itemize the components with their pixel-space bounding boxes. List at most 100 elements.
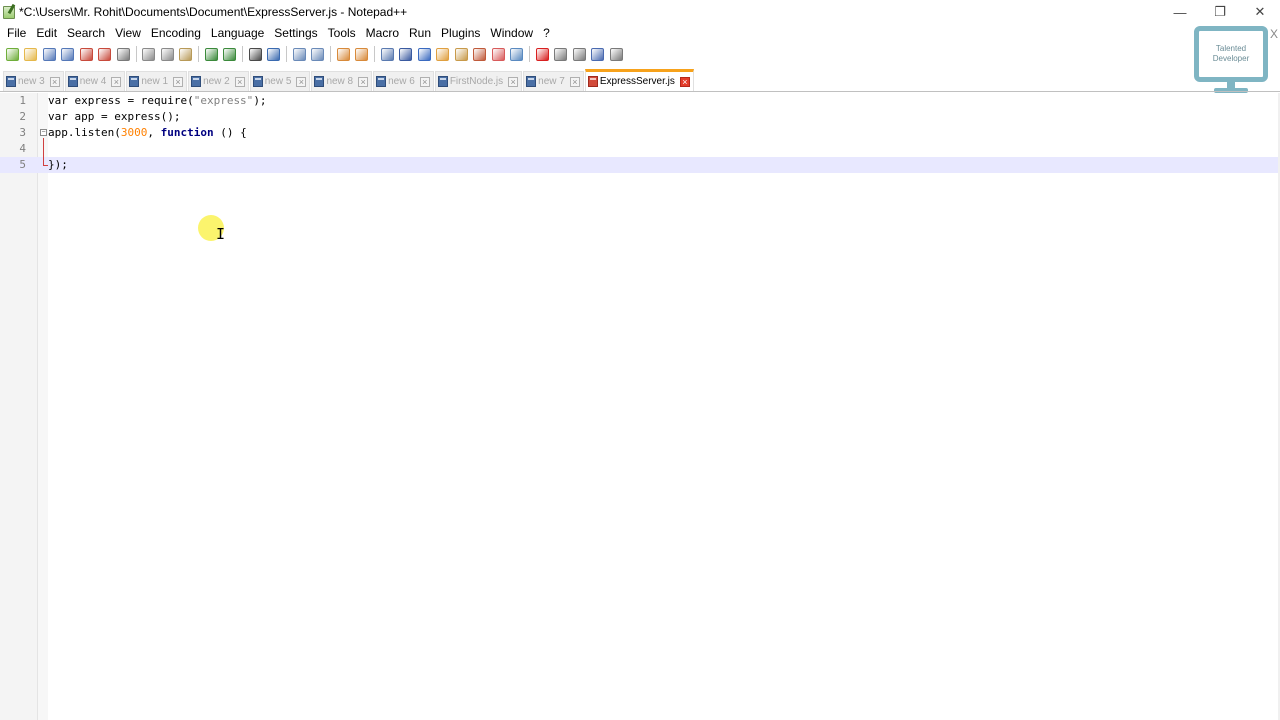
find-button[interactable] — [246, 45, 264, 63]
tab-new-8[interactable]: new 8 × — [311, 71, 373, 91]
word-wrap-icon — [380, 47, 394, 61]
close-all-button[interactable] — [96, 45, 114, 63]
save-button[interactable] — [40, 45, 58, 63]
run-macro-multiple-button[interactable] — [589, 45, 607, 63]
code-token: "express" — [193, 94, 254, 107]
sync-vertical-button[interactable] — [334, 45, 352, 63]
function-list-button[interactable] — [471, 45, 489, 63]
tab-close-icon[interactable]: × — [173, 76, 184, 87]
run-macro-multiple-icon — [591, 47, 604, 61]
menu-search[interactable]: Search — [62, 24, 110, 42]
line-number: 1 — [19, 94, 26, 107]
tab-close-icon[interactable]: × — [569, 76, 580, 87]
stop-macro-icon — [554, 47, 567, 61]
code-text: app.listen(3000, function () { — [48, 125, 247, 141]
menu-plugins[interactable]: Plugins — [436, 24, 485, 42]
tab-close-icon[interactable]: × — [679, 76, 690, 87]
code-line[interactable]: 2 var app = express(); — [0, 109, 1280, 125]
menu-file[interactable]: File — [2, 24, 31, 42]
tab-new-6[interactable]: new 6 × — [373, 71, 434, 91]
tab-new-1[interactable]: new 1 × — [126, 71, 188, 91]
sync-horizontal-button[interactable] — [353, 45, 371, 63]
tab-new-5[interactable]: new 5 × — [249, 71, 311, 91]
menu-macro[interactable]: Macro — [361, 24, 404, 42]
replace-button[interactable] — [265, 45, 283, 63]
sync-vertical-icon — [336, 47, 350, 61]
tab-label: ExpressServer.js — [599, 76, 675, 87]
window-title: *C:\Users\Mr. Rohit\Documents\Document\E… — [19, 5, 408, 19]
toolbar-close-button[interactable]: X — [1270, 27, 1278, 41]
tab-close-icon[interactable]: × — [234, 76, 245, 87]
toolbar-separator — [242, 46, 243, 62]
cut-button[interactable] — [140, 45, 158, 63]
menu-window[interactable]: Window — [485, 24, 538, 42]
code-token: 3000 — [120, 126, 148, 139]
open-file-button[interactable] — [22, 45, 40, 63]
monitoring-button[interactable] — [508, 45, 526, 63]
menu-tools[interactable]: Tools — [323, 24, 361, 42]
toolbar-separator — [529, 46, 530, 62]
copy-button[interactable] — [158, 45, 176, 63]
zoom-in-button[interactable] — [290, 45, 308, 63]
code-token: app.listen( — [48, 126, 121, 139]
toolbar-separator — [330, 46, 331, 62]
tab-close-icon[interactable]: × — [111, 76, 122, 87]
show-all-chars-button[interactable] — [397, 45, 415, 63]
tab-new-2[interactable]: new 2 × — [188, 71, 249, 91]
record-macro-button[interactable] — [533, 45, 551, 63]
undo-button[interactable] — [202, 45, 220, 63]
indent-guide-button[interactable] — [415, 45, 433, 63]
save-macro-button[interactable] — [607, 45, 625, 63]
tab-firstnode-js[interactable]: FirstNode.js × — [434, 71, 523, 91]
paste-icon — [179, 47, 192, 61]
folder-workspace-button[interactable] — [489, 45, 507, 63]
stop-macro-button[interactable] — [552, 45, 570, 63]
tab-new-3[interactable]: new 3 × — [3, 71, 64, 91]
save-all-button[interactable] — [59, 45, 77, 63]
zoom-out-button[interactable] — [309, 45, 327, 63]
logo-line-1: Talented — [1215, 44, 1247, 53]
user-language-button[interactable] — [434, 45, 452, 63]
sync-horizontal-icon — [355, 47, 368, 61]
folder-workspace-icon — [491, 47, 505, 61]
menu-settings[interactable]: Settings — [269, 24, 322, 42]
menu-run[interactable]: Run — [404, 24, 436, 42]
tab-label: new 3 — [18, 76, 45, 87]
tab-close-icon[interactable]: × — [296, 76, 307, 87]
code-line[interactable]: 4 — [0, 141, 1280, 157]
tab-close-icon[interactable]: × — [49, 76, 60, 87]
code-line[interactable]: 3 app.listen(3000, function () { — [0, 125, 1280, 141]
code-line[interactable]: 1 var express = require("express"); — [0, 93, 1280, 109]
menu-edit[interactable]: Edit — [31, 24, 62, 42]
tab-expressserver-js[interactable]: ExpressServer.js × — [584, 69, 694, 91]
play-macro-button[interactable] — [570, 45, 588, 63]
tab-new-4[interactable]: new 4 × — [64, 71, 126, 91]
redo-button[interactable] — [221, 45, 239, 63]
fold-toggle-icon[interactable]: − — [40, 129, 47, 136]
new-file-button[interactable] — [3, 45, 21, 63]
redo-icon — [223, 47, 236, 61]
fold-margin[interactable] — [38, 93, 48, 720]
menu-encoding[interactable]: Encoding — [146, 24, 206, 42]
code-line[interactable]: 5}); — [0, 157, 1280, 173]
menu-help[interactable]: ? — [538, 24, 555, 42]
menu-language[interactable]: Language — [206, 24, 269, 42]
save-all-icon — [61, 47, 74, 61]
tab-close-icon[interactable]: × — [508, 76, 519, 87]
editor-area[interactable]: 1 var express = require("express"); 2 var a… — [0, 93, 1280, 720]
toolbar — [0, 42, 1180, 66]
record-macro-icon — [535, 47, 549, 61]
word-wrap-button[interactable] — [378, 45, 396, 63]
tab-close-icon[interactable]: × — [419, 76, 430, 87]
print-button[interactable] — [114, 45, 132, 63]
close-button[interactable] — [77, 45, 95, 63]
tab-new-7[interactable]: new 7 × — [523, 71, 584, 91]
close-window-button[interactable]: ✕ — [1240, 0, 1280, 24]
minimize-button[interactable]: — — [1160, 0, 1200, 24]
doc-map-button[interactable] — [452, 45, 470, 63]
tab-close-icon[interactable]: × — [358, 76, 369, 87]
menu-view[interactable]: View — [110, 24, 146, 42]
restore-button[interactable]: ❐ — [1200, 0, 1240, 24]
paste-button[interactable] — [177, 45, 195, 63]
saved-file-icon — [437, 76, 448, 87]
